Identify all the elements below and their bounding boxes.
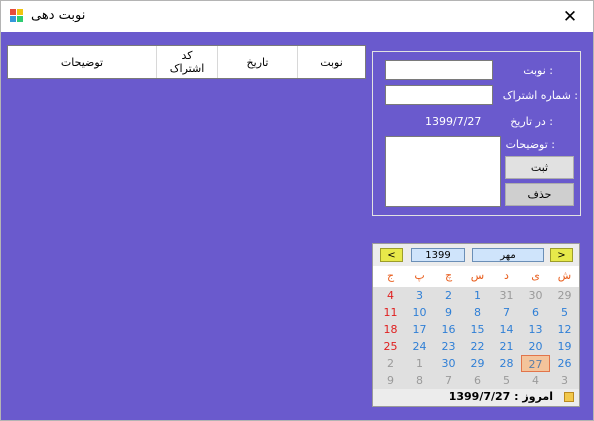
calendar-day[interactable]: 8 bbox=[463, 304, 492, 321]
calendar-day[interactable]: 18 bbox=[376, 321, 405, 338]
appointments-grid[interactable]: نوبت تاریخ کد اشتراک توضیحات bbox=[7, 45, 366, 79]
calendar-day[interactable]: 5 bbox=[550, 304, 579, 321]
calendar-day[interactable]: 1 bbox=[405, 355, 434, 372]
prev-month-button[interactable]: < bbox=[380, 248, 403, 262]
calendar-day[interactable]: 9 bbox=[434, 304, 463, 321]
calendar-day[interactable]: 21 bbox=[492, 338, 521, 355]
turn-label: نوبت : bbox=[523, 64, 553, 77]
calendar-day[interactable]: 1 bbox=[463, 287, 492, 304]
day-name-header: س bbox=[470, 269, 485, 282]
calendar-day[interactable]: 15 bbox=[463, 321, 492, 338]
column-header-turn[interactable]: نوبت bbox=[297, 46, 365, 78]
month-selector[interactable]: مهر bbox=[472, 248, 544, 262]
calendar-day[interactable]: 16 bbox=[434, 321, 463, 338]
calendar-day[interactable]: 4 bbox=[376, 287, 405, 304]
date-label: در تاریخ : bbox=[510, 115, 553, 128]
window-title: نوبت دهی bbox=[31, 8, 86, 23]
day-name-header: پ bbox=[414, 269, 425, 282]
column-header-description[interactable]: توضیحات bbox=[8, 46, 156, 78]
calendar-day[interactable]: 8 bbox=[405, 372, 434, 389]
calendar-day[interactable]: 2 bbox=[434, 287, 463, 304]
calendar-day[interactable]: 9 bbox=[376, 372, 405, 389]
column-header-subscription-code[interactable]: کد اشتراک bbox=[156, 46, 217, 78]
calendar-day[interactable]: 5 bbox=[492, 372, 521, 389]
main-window: نوبت دهی ✕ نوبت تاریخ کد اشتراک توضیحات … bbox=[0, 0, 594, 421]
calendar-day[interactable]: 19 bbox=[550, 338, 579, 355]
date-value: 1399/7/27 bbox=[425, 115, 482, 128]
calendar-day[interactable]: 12 bbox=[550, 321, 579, 338]
turn-input[interactable] bbox=[385, 60, 493, 80]
description-input[interactable] bbox=[385, 136, 501, 207]
calendar-day[interactable]: 25 bbox=[376, 338, 405, 355]
calendar-day-today[interactable]: 27 bbox=[521, 355, 550, 372]
close-icon[interactable]: ✕ bbox=[547, 1, 593, 32]
calendar-day[interactable]: 30 bbox=[434, 355, 463, 372]
description-label: توضیحات : bbox=[505, 138, 555, 151]
calendar-day[interactable]: 6 bbox=[463, 372, 492, 389]
calendar-day[interactable]: 7 bbox=[492, 304, 521, 321]
calendar-day[interactable]: 24 bbox=[405, 338, 434, 355]
next-month-button[interactable]: > bbox=[550, 248, 573, 262]
calendar-day[interactable]: 6 bbox=[521, 304, 550, 321]
calendar-day[interactable]: 22 bbox=[463, 338, 492, 355]
day-name-header: د bbox=[504, 269, 509, 282]
today-marker-icon bbox=[564, 392, 574, 402]
calendar-footer: امروز : 1399/7/27 bbox=[373, 389, 579, 406]
year-selector[interactable]: 1399 bbox=[411, 248, 465, 262]
title-bar: نوبت دهی ✕ bbox=[1, 1, 593, 32]
calendar-header: < 1399 مهر > bbox=[373, 244, 579, 266]
calendar-day[interactable]: 7 bbox=[434, 372, 463, 389]
calendar-day[interactable]: 14 bbox=[492, 321, 521, 338]
day-name-header: ی bbox=[531, 269, 540, 282]
app-icon bbox=[10, 9, 24, 23]
calendar-day[interactable]: 10 bbox=[405, 304, 434, 321]
calendar-day[interactable]: 13 bbox=[521, 321, 550, 338]
appointment-form: نوبت : شماره اشتراک : در تاریخ : 1399/7/… bbox=[372, 51, 581, 216]
calendar-day[interactable]: 29 bbox=[463, 355, 492, 372]
calendar-day[interactable]: 11 bbox=[376, 304, 405, 321]
calendar-days-grid: 29 30 31 1 2 3 4 5 6 7 8 9 10 11 12 13 14 15 16 17 18 19 20 21 2… bbox=[373, 287, 579, 389]
subscription-input[interactable] bbox=[385, 85, 493, 105]
calendar-day[interactable]: 31 bbox=[492, 287, 521, 304]
day-name-header: ش bbox=[557, 269, 572, 282]
day-name-header: چ bbox=[444, 269, 453, 282]
calendar-day[interactable]: 4 bbox=[521, 372, 550, 389]
calendar-day[interactable]: 28 bbox=[492, 355, 521, 372]
subscription-label: شماره اشتراک : bbox=[502, 89, 578, 102]
client-area: نوبت تاریخ کد اشتراک توضیحات نوبت : شمار… bbox=[1, 32, 593, 420]
calendar-day[interactable]: 2 bbox=[376, 355, 405, 372]
calendar-day[interactable]: 3 bbox=[405, 287, 434, 304]
calendar-day[interactable]: 17 bbox=[405, 321, 434, 338]
delete-button[interactable]: حذف bbox=[505, 183, 574, 206]
calendar-day[interactable]: 23 bbox=[434, 338, 463, 355]
persian-calendar: < 1399 مهر > شیدسچپج 29 30 31 1 2 3 4 5 6 7 8 9 10 11… bbox=[372, 243, 580, 407]
calendar-day[interactable]: 29 bbox=[550, 287, 579, 304]
calendar-day[interactable]: 30 bbox=[521, 287, 550, 304]
day-name-header: ج bbox=[386, 269, 395, 282]
column-header-date[interactable]: تاریخ bbox=[217, 46, 297, 78]
today-label[interactable]: امروز : 1399/7/27 bbox=[449, 390, 553, 403]
calendar-day[interactable]: 20 bbox=[521, 338, 550, 355]
submit-button[interactable]: ثبت bbox=[505, 156, 574, 179]
calendar-day[interactable]: 3 bbox=[550, 372, 579, 389]
calendar-day[interactable]: 26 bbox=[550, 355, 579, 372]
